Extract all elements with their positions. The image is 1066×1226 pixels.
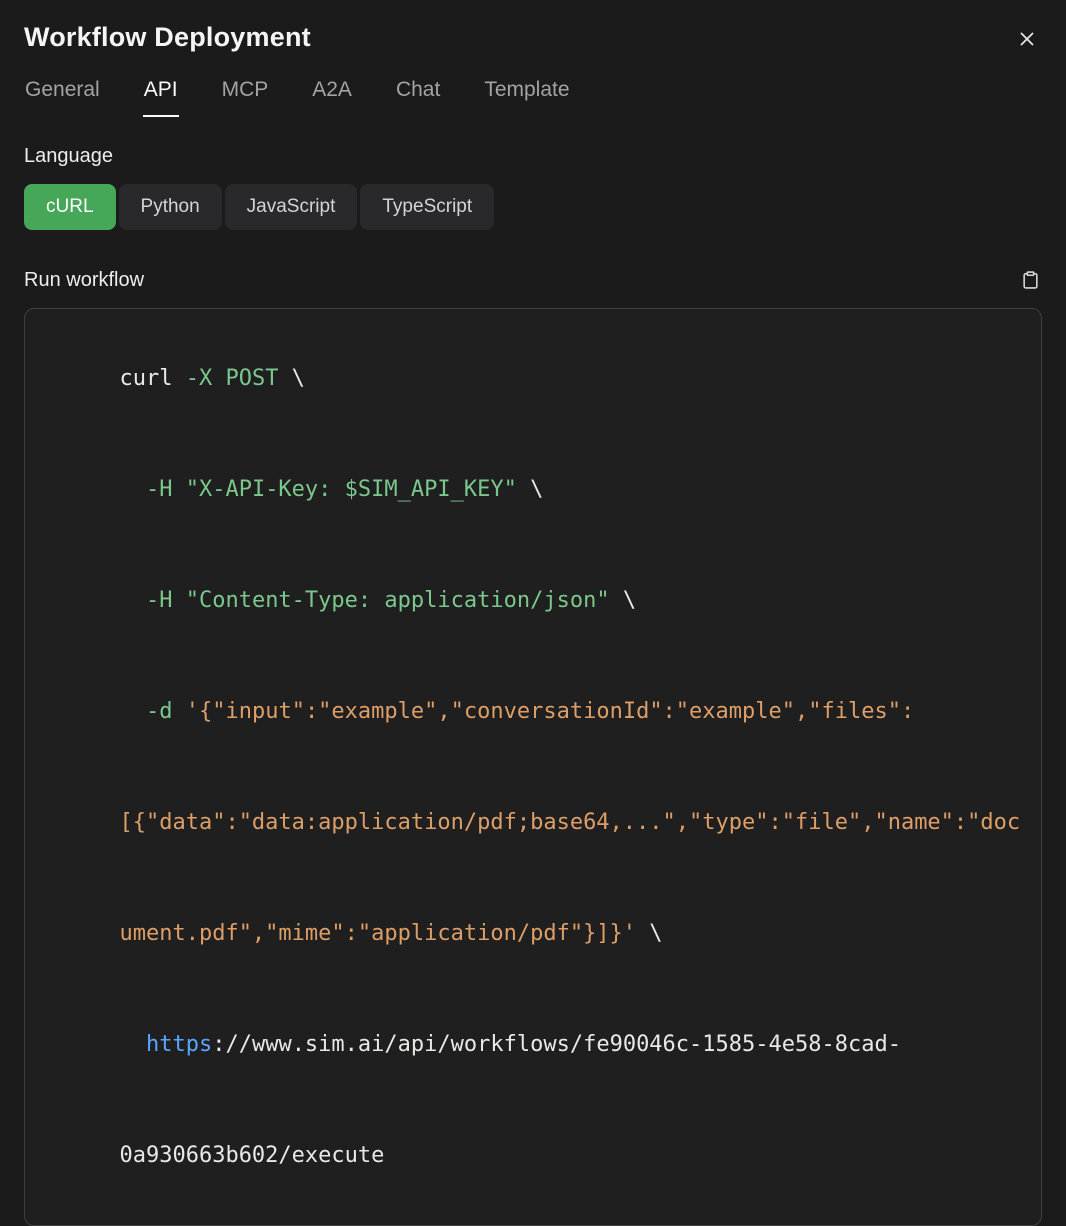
code-segment: '{"input":"example","conversationId":"ex… [186,699,914,724]
code-line: 0a930663b602/execute [40,1100,1026,1211]
code-line: https://www.sim.ai/api/workflows/fe90046… [40,989,1026,1100]
code-line: -H "Content-Type: application/json" \ [40,545,1026,656]
code-segment [119,1032,146,1057]
language-option-python[interactable]: Python [119,184,222,230]
code-line: ument.pdf","mime":"application/pdf"}]}' … [40,878,1026,989]
code-segment: \ [278,366,305,391]
workflow-deployment-modal: Workflow Deployment General API MCP A2A … [0,0,1066,664]
tab-template[interactable]: Template [483,78,570,117]
tab-chat[interactable]: Chat [395,78,441,117]
code-segment: https [146,1032,212,1057]
tab-a2a[interactable]: A2A [311,78,353,117]
code-segment [119,477,146,502]
code-segment: \ [636,921,663,946]
language-selector: cURL Python JavaScript TypeScript [24,184,1042,230]
code-segment: \ [517,477,544,502]
close-icon [1016,28,1038,50]
code-segment: [{"data":"data:application/pdf;base64,..… [119,810,1020,835]
run-workflow-label: Run workflow [24,269,144,292]
copy-button[interactable] [1019,268,1042,292]
code-segment: ://www.sim.ai/api/workflows/fe90046c-158… [212,1032,901,1057]
clipboard-icon [1021,270,1040,290]
code-segment: -X POST [186,366,279,391]
language-label: Language [24,145,1042,168]
code-segment [119,699,146,724]
tab-general[interactable]: General [24,78,101,117]
modal-header: Workflow Deployment [24,22,1042,54]
code-segment: 0a930663b602/execute [119,1143,384,1168]
code-block: curl -X POST \ -H "X-API-Key: $SIM_API_K… [24,308,1042,1226]
language-option-typescript[interactable]: TypeScript [360,184,494,230]
code-segment: -H "Content-Type: application/json" [146,588,610,613]
language-option-javascript[interactable]: JavaScript [225,184,358,230]
code-line: -H "X-API-Key: $SIM_API_KEY" \ [40,434,1026,545]
page-title: Workflow Deployment [24,22,311,53]
code-line: [{"data":"data:application/pdf;base64,..… [40,767,1026,878]
code-segment: \ [610,588,637,613]
close-button[interactable] [1012,24,1042,54]
code-segment [172,699,185,724]
tab-api[interactable]: API [143,78,179,117]
code-segment: curl [119,366,185,391]
code-line: curl -X POST \ [40,323,1026,434]
code-header: Run workflow [24,268,1042,292]
language-option-curl[interactable]: cURL [24,184,116,230]
tab-bar: General API MCP A2A Chat Template [24,78,1042,117]
tab-mcp[interactable]: MCP [221,78,270,117]
code-segment: ument.pdf","mime":"application/pdf"}]}' [119,921,636,946]
code-segment: -H "X-API-Key: $SIM_API_KEY" [146,477,517,502]
code-segment: -d [146,699,173,724]
code-segment [119,588,146,613]
code-line: -d '{"input":"example","conversationId":… [40,656,1026,767]
